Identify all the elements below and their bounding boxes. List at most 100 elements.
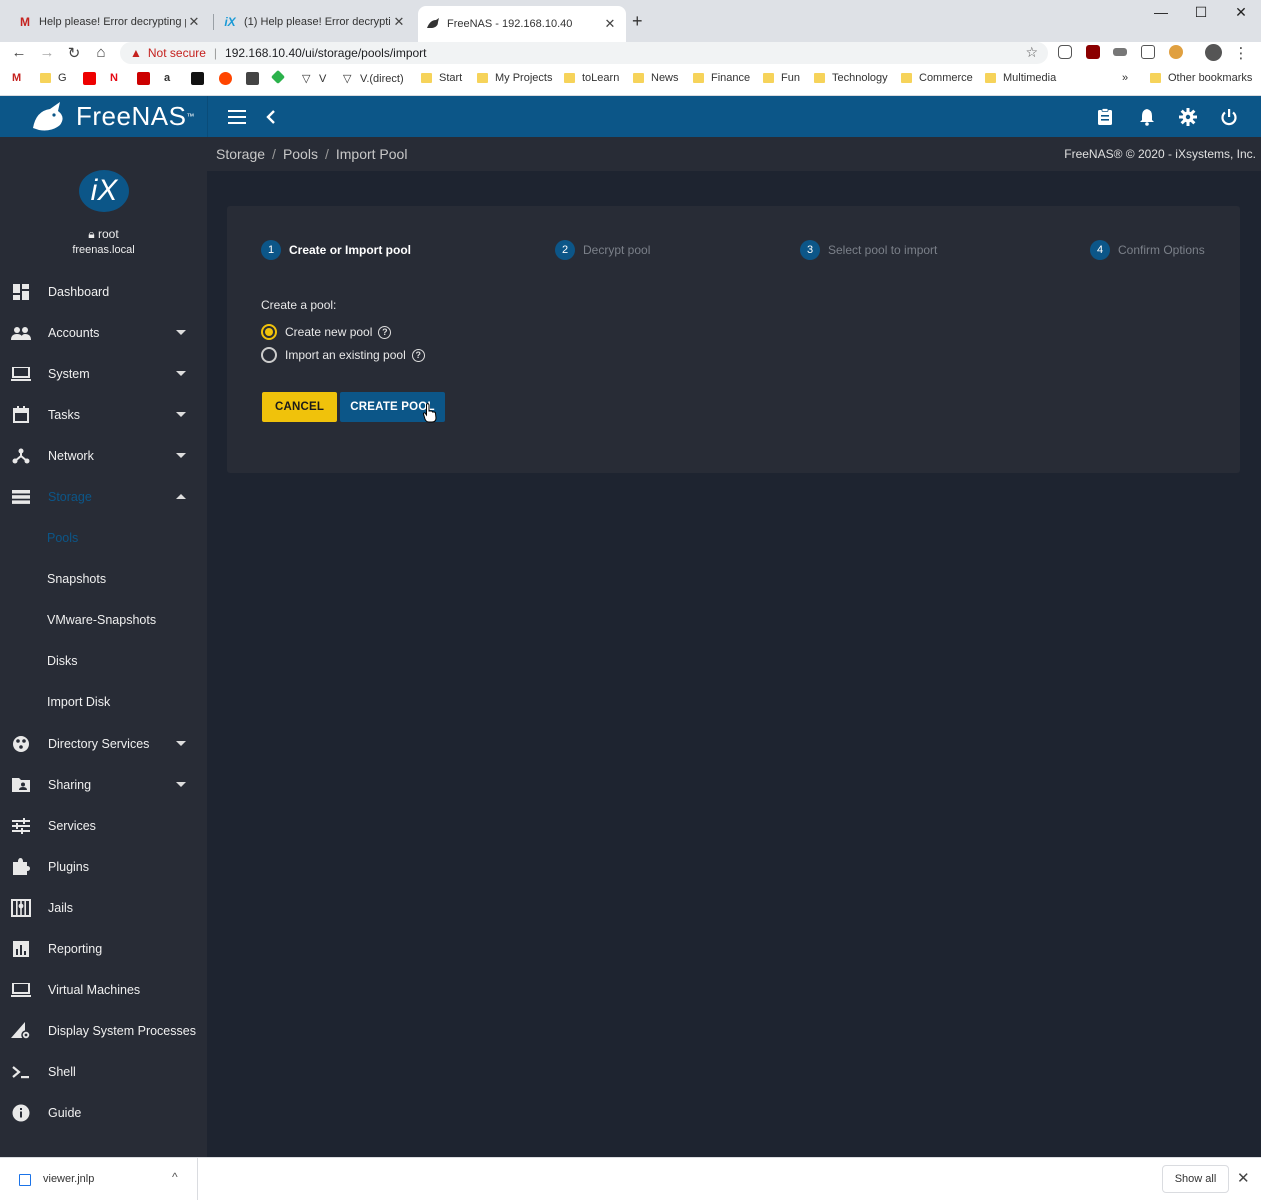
pocket-icon[interactable] — [1058, 45, 1072, 59]
sidebar-item-sharing[interactable]: Sharing — [0, 764, 207, 805]
sidebar-item-directory-services[interactable]: Directory Services — [0, 723, 207, 764]
radio-create-new-pool[interactable] — [261, 324, 277, 340]
bookmarks-overflow-button[interactable]: » — [1122, 72, 1128, 84]
url-bar[interactable]: ▲ Not secure | 192.168.10.40/ui/storage/… — [120, 42, 1048, 64]
bookmark-site[interactable] — [246, 72, 263, 85]
extension-icon[interactable] — [1113, 48, 1127, 56]
bookmark-my-projects[interactable]: My Projects — [477, 72, 552, 84]
browser-tab-3[interactable]: FreeNAS - 192.168.10.40 ✕ — [418, 6, 626, 42]
profile-avatar[interactable] — [1205, 44, 1222, 61]
sidebar-item-network[interactable]: Network — [0, 435, 207, 476]
folder-share-icon — [11, 775, 31, 795]
youtube-icon — [83, 72, 96, 85]
laptop-icon — [11, 364, 31, 384]
close-tab-icon[interactable]: ✕ — [391, 14, 407, 30]
help-icon[interactable]: ? — [378, 325, 392, 339]
close-tab-icon[interactable]: ✕ — [602, 16, 618, 32]
bookmark-feedly[interactable] — [270, 69, 287, 85]
window-close-icon[interactable]: ✕ — [1223, 4, 1259, 21]
sidebar-item-label: Display System Processes — [48, 1023, 196, 1038]
freenas-logo[interactable]: FreeNAS ™ — [0, 96, 207, 137]
bookmark-gmail-2[interactable] — [137, 72, 154, 85]
close-tab-icon[interactable]: ✕ — [186, 14, 202, 30]
bookmark-v-direct[interactable]: ▽ V.(direct) — [343, 72, 404, 86]
maximize-icon[interactable]: ☐ — [1183, 4, 1219, 21]
sidebar-item-tasks[interactable]: Tasks — [0, 394, 207, 435]
bookmark-commerce[interactable]: Commerce — [901, 72, 973, 84]
tab-separator — [213, 14, 214, 30]
sidebar-item-accounts[interactable]: Accounts — [0, 312, 207, 353]
cancel-button[interactable]: CANCEL — [262, 392, 337, 422]
download-item[interactable]: viewer.jnlp ^ — [0, 1158, 198, 1200]
cookie-icon[interactable] — [1169, 45, 1183, 59]
sidebar-subitem-vmware-snapshots[interactable]: VMware-Snapshots — [0, 599, 207, 640]
breadcrumb-storage[interactable]: Storage — [216, 146, 265, 162]
sidebar-subitem-disks[interactable]: Disks — [0, 640, 207, 681]
download-filename: viewer.jnlp — [43, 1173, 95, 1185]
bookmark-reddit[interactable] — [219, 72, 236, 85]
new-tab-button[interactable]: + — [632, 11, 643, 32]
sidebar-item-reporting[interactable]: Reporting — [0, 928, 207, 969]
power-icon[interactable] — [1216, 104, 1242, 130]
minimize-icon[interactable]: — — [1143, 4, 1179, 20]
sidebar-item-storage[interactable]: Storage — [0, 476, 207, 517]
sidebar-item-dashboard[interactable]: Dashboard — [0, 271, 207, 312]
bookmark-start[interactable]: Start — [421, 72, 462, 84]
bookmark-g[interactable]: G — [40, 72, 67, 84]
sidebar-item-display-system-processes[interactable]: Display System Processes — [0, 1010, 207, 1051]
forward-icon[interactable]: → — [37, 44, 57, 61]
notifications-bell-icon[interactable] — [1134, 104, 1160, 130]
breadcrumb-pools[interactable]: Pools — [283, 146, 318, 162]
home-icon[interactable]: ⌂ — [91, 44, 111, 61]
sidebar-item-system[interactable]: System — [0, 353, 207, 394]
bookmark-technology[interactable]: Technology — [814, 72, 888, 84]
close-icon[interactable]: ✕ — [1237, 1169, 1250, 1187]
back-icon[interactable]: ← — [9, 44, 29, 61]
settings-gear-icon[interactable] — [1175, 104, 1201, 130]
bookmark-fun[interactable]: Fun — [763, 72, 800, 84]
sidebar-item-virtual-machines[interactable]: Virtual Machines — [0, 969, 207, 1010]
bookmark-multimedia[interactable]: Multimedia — [985, 72, 1056, 84]
bookmark-star-icon[interactable]: ☆ — [1025, 44, 1038, 61]
sidebar-item-guide[interactable]: Guide — [0, 1092, 207, 1133]
create-new-pool-option[interactable]: Create new pool ? — [261, 324, 392, 340]
folder-icon — [763, 73, 774, 83]
bookmark-amazon[interactable]: a — [164, 72, 181, 85]
bookmark-youtube[interactable] — [83, 72, 100, 85]
chevron-up-icon[interactable]: ^ — [172, 1170, 178, 1184]
bookmark-v[interactable]: ▽ V — [302, 72, 326, 86]
bookmark-tolearn[interactable]: toLearn — [564, 72, 619, 84]
bookmark-digg[interactable] — [191, 72, 208, 85]
file-icon — [19, 1174, 31, 1186]
bookmark-gmail[interactable]: M — [12, 72, 29, 85]
collapse-chevron-icon[interactable] — [258, 104, 284, 130]
menu-toggle-icon[interactable] — [224, 104, 250, 130]
sidebar-subitem-snapshots[interactable]: Snapshots — [0, 558, 207, 599]
sidebar-subitem-import-disk[interactable]: Import Disk — [0, 681, 207, 722]
sidebar-item-plugins[interactable]: Plugins — [0, 846, 207, 887]
task-manager-icon[interactable] — [1092, 104, 1118, 130]
netflix-icon: N — [110, 72, 118, 84]
bookmark-netflix[interactable]: N — [110, 72, 127, 85]
browser-tab-2[interactable]: iX (1) Help please! Error decrypting ✕ — [215, 8, 415, 36]
bookmark-news[interactable]: News — [633, 72, 679, 84]
browser-menu-icon[interactable]: ⋮ — [1231, 44, 1251, 62]
sidebar-item-label: Shell — [48, 1064, 76, 1079]
help-icon[interactable]: ? — [411, 348, 425, 362]
import-existing-pool-option[interactable]: Import an existing pool ? — [261, 347, 425, 363]
sidebar-item-jails[interactable]: Jails — [0, 887, 207, 928]
bookmark-finance[interactable]: Finance — [693, 72, 750, 84]
browser-tab-1[interactable]: M Help please! Error decrypting po ✕ — [10, 8, 210, 36]
chevron-up-icon — [176, 494, 186, 499]
extension-icon[interactable] — [1141, 45, 1155, 59]
reload-icon[interactable]: ↻ — [64, 44, 84, 62]
breadcrumb-bar: Storage / Pools / Import Pool FreeNAS® © 202… — [207, 137, 1261, 171]
sidebar-item-shell[interactable]: Shell — [0, 1051, 207, 1092]
ublock-icon[interactable] — [1086, 45, 1100, 59]
hostname: freenas.local — [72, 244, 135, 256]
radio-import-existing-pool[interactable] — [261, 347, 277, 363]
show-all-button[interactable]: Show all — [1162, 1165, 1229, 1193]
sidebar-subitem-pools[interactable]: Pools — [0, 517, 207, 558]
bookmark-other[interactable]: Other bookmarks — [1150, 72, 1252, 84]
sidebar-item-services[interactable]: Services — [0, 805, 207, 846]
